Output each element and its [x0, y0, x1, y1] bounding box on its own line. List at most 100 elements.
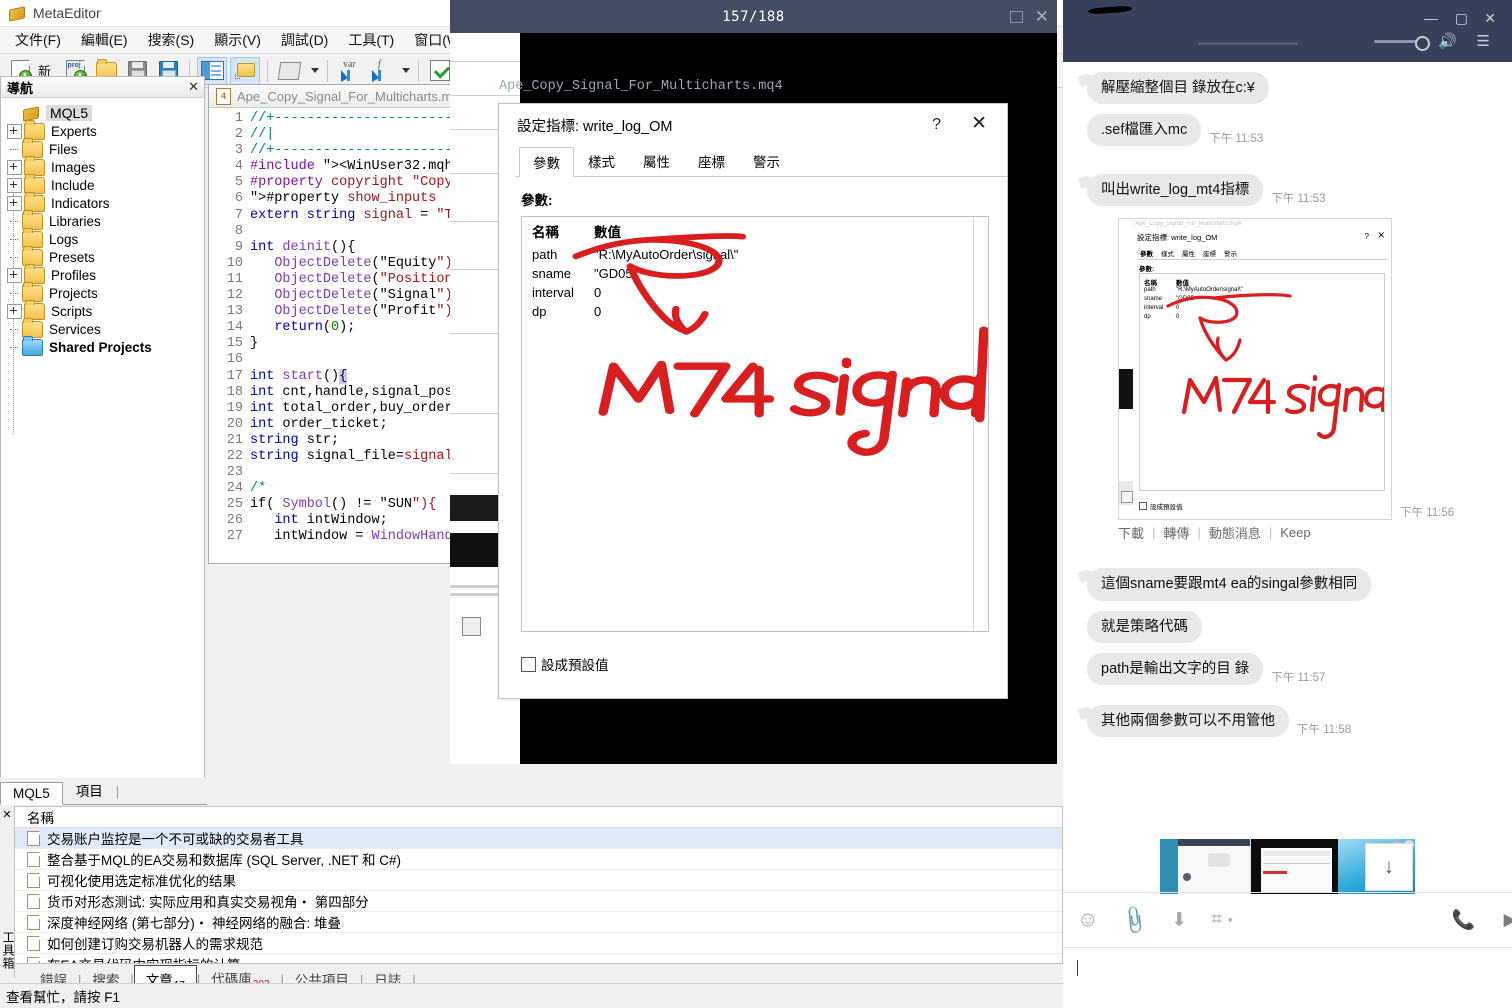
menu-icon[interactable]: ☰ — [1477, 32, 1490, 50]
menu-item-view[interactable]: 顯示(V) — [205, 27, 270, 53]
call-icon[interactable]: 📞 — [1452, 908, 1476, 932]
parameter-value[interactable]: "GD05 — [594, 266, 633, 281]
tree-connector-icon — [7, 143, 20, 156]
screenshot-filmstrip[interactable]: ↓ — [1063, 839, 1512, 894]
parameter-row[interactable]: path "R:\MyAutoOrder\signal\" — [522, 245, 988, 264]
chevron-down-icon[interactable]: ▾ — [1228, 915, 1233, 926]
minimize-icon[interactable]: — — [1424, 10, 1438, 26]
menu-item-file[interactable]: 文件(F) — [6, 27, 70, 53]
download-icon[interactable]: ⬇ — [1171, 909, 1187, 932]
sidebar-item-experts[interactable]: Experts — [7, 119, 204, 140]
tab-projects[interactable]: 項目 — [63, 776, 116, 804]
table-row[interactable]: 如何创建订购交易机器人的需求规范 — [15, 933, 1062, 954]
line-number: 4 — [234, 159, 243, 175]
volume-knob[interactable] — [1415, 36, 1430, 51]
sidebar-item-label: Indicators — [51, 195, 110, 211]
variable-icon[interactable]: var — [335, 58, 363, 84]
parameter-row[interactable]: interval 0 — [522, 283, 988, 302]
keep-link[interactable]: Keep — [1280, 525, 1310, 540]
line-number: 21 — [226, 432, 243, 448]
default-checkbox-row[interactable]: 設成預設值 — [521, 654, 609, 674]
sidebar-item-shared-projects[interactable]: Shared Projects — [7, 335, 204, 356]
sidebar-item-presets[interactable]: Presets — [7, 245, 204, 266]
player-video-surface[interactable]: Ape_Copy_Signal_For_Multicharts.mq4 設定指標… — [450, 33, 1057, 764]
parameter-row[interactable]: dp 0 — [522, 302, 988, 321]
grid-scroll-column[interactable] — [973, 217, 988, 631]
download-overlay-icon[interactable]: ↓ — [1365, 843, 1413, 891]
expand-icon[interactable] — [7, 195, 22, 211]
tab-mql5[interactable]: MQL5 — [0, 782, 63, 805]
function-icon[interactable]: f — [366, 58, 394, 84]
dialog-tab-0[interactable]: 參數 — [519, 147, 574, 177]
sidebar-item-mql5[interactable]: MQL5 — [7, 104, 204, 122]
menu-item-edit[interactable]: 編輯(E) — [72, 27, 137, 53]
line-number: 22 — [226, 448, 243, 464]
download-link[interactable]: 下載 — [1118, 523, 1144, 542]
expand-icon[interactable] — [7, 267, 22, 283]
function-dropdown-icon[interactable] — [397, 58, 411, 84]
parameters-grid[interactable]: 名稱 數值 path "R:\MyAutoOrder\signal\" sname "… — [521, 216, 989, 632]
speaker-icon[interactable]: 🔊 — [1438, 32, 1457, 50]
properties-dropdown-icon[interactable] — [306, 58, 320, 84]
parameter-row[interactable]: sname "GD05 — [522, 264, 988, 283]
table-row[interactable]: 可视化使用选定标准优化的结果 — [15, 870, 1062, 891]
help-icon[interactable]: ? — [932, 116, 941, 134]
expand-icon[interactable] — [7, 303, 22, 319]
table-row[interactable]: 在EA交易代码中实现指标的计算 — [15, 954, 1062, 963]
sidebar-item-label: Images — [51, 159, 96, 175]
menu-item-tools[interactable]: 工具(T) — [339, 27, 403, 53]
sidebar-item-projects[interactable]: Projects — [7, 281, 204, 302]
seek-bar[interactable] — [1198, 42, 1298, 45]
thumb-dialog-tabs: 參數 樣式 屬性 座標 警示 — [1137, 247, 1387, 261]
menu-item-debug[interactable]: 調試(D) — [272, 27, 337, 53]
chat-message-list[interactable]: 解壓縮整個目 錄放在c:¥ .sef檔匯入mc 下午 11:53 叫出write… — [1063, 62, 1512, 848]
expand-icon[interactable] — [7, 177, 22, 193]
table-row[interactable]: 整合基于MQL的EA交易和数据库 (SQL Server, .NET 和 C#) — [15, 849, 1062, 870]
close-icon[interactable]: ✕ — [1035, 8, 1049, 25]
minimize-icon[interactable] — [1009, 10, 1023, 23]
parameter-value[interactable]: "R:\MyAutoOrder\signal\" — [594, 247, 738, 262]
maximize-icon[interactable]: ▢ — [1455, 10, 1468, 27]
sidebar-item-services[interactable]: Services — [7, 317, 204, 338]
sidebar-item-logs[interactable]: Logs — [7, 227, 204, 248]
toggle-toolbox-icon[interactable] — [230, 56, 261, 85]
line-number: 15 — [226, 336, 243, 352]
close-icon[interactable]: ✕ — [0, 806, 14, 821]
expand-icon[interactable] — [7, 123, 22, 139]
emoji-icon[interactable]: ☺ — [1077, 908, 1098, 932]
table-row[interactable]: 深度神经网络 (第七部分)・ 神经网络的融合: 堆叠 — [15, 912, 1062, 933]
close-icon[interactable]: ✕ — [971, 114, 987, 133]
line-number: 25 — [226, 497, 243, 513]
crop-icon[interactable]: ⌗ — [1211, 909, 1222, 931]
thumb-tab-2: 屬性 — [1182, 251, 1195, 259]
dialog-tab-4[interactable]: 警示 — [739, 146, 794, 176]
parameter-value[interactable]: 0 — [594, 304, 601, 319]
parameter-value[interactable]: 0 — [594, 285, 601, 300]
sidebar-item-scripts[interactable]: Scripts — [7, 299, 204, 320]
sidebar-item-profiles[interactable]: Profiles — [7, 263, 204, 284]
timeline-link[interactable]: 動態消息 — [1209, 523, 1261, 542]
dialog-tab-2[interactable]: 屬性 — [629, 146, 684, 176]
video-call-icon[interactable]: ▶▮ — [1504, 910, 1512, 930]
table-row[interactable]: 货币对形态测试: 实际应用和真实交易视角・ 第四部分 — [15, 891, 1062, 912]
forward-link[interactable]: 轉傳 — [1163, 523, 1189, 542]
sidebar-item-images[interactable]: Images — [7, 155, 204, 176]
sidebar-item-indicators[interactable]: Indicators — [7, 191, 204, 212]
chat-message-input[interactable] — [1063, 948, 1512, 1008]
menu-item-search[interactable]: 搜索(S) — [139, 27, 204, 53]
thumb-tab-3: 座標 — [1203, 251, 1216, 259]
dialog-tab-3[interactable]: 座標 — [684, 146, 739, 176]
thumb-checkbox-icon — [1139, 502, 1147, 511]
attachment-icon[interactable]: 📎 — [1118, 903, 1153, 938]
expand-icon[interactable] — [7, 159, 22, 175]
checkbox-icon[interactable] — [521, 656, 536, 672]
dialog-tab-1[interactable]: 樣式 — [574, 146, 629, 176]
sidebar-item-libraries[interactable]: Libraries — [7, 209, 204, 230]
close-icon[interactable]: ✕ — [1484, 10, 1496, 27]
sidebar-item-include[interactable]: Include — [7, 173, 204, 194]
sidebar-item-files[interactable]: Files — [7, 137, 204, 158]
table-row[interactable]: 交易账户监控是一个不可或缺的交易者工具 — [15, 828, 1062, 849]
properties-icon[interactable] — [275, 58, 303, 84]
attached-screenshot[interactable]: Ape_Copy_Signal_For_Multicharts.mq4 設定指標… — [1118, 218, 1392, 521]
close-icon[interactable]: ✕ — [188, 79, 199, 95]
